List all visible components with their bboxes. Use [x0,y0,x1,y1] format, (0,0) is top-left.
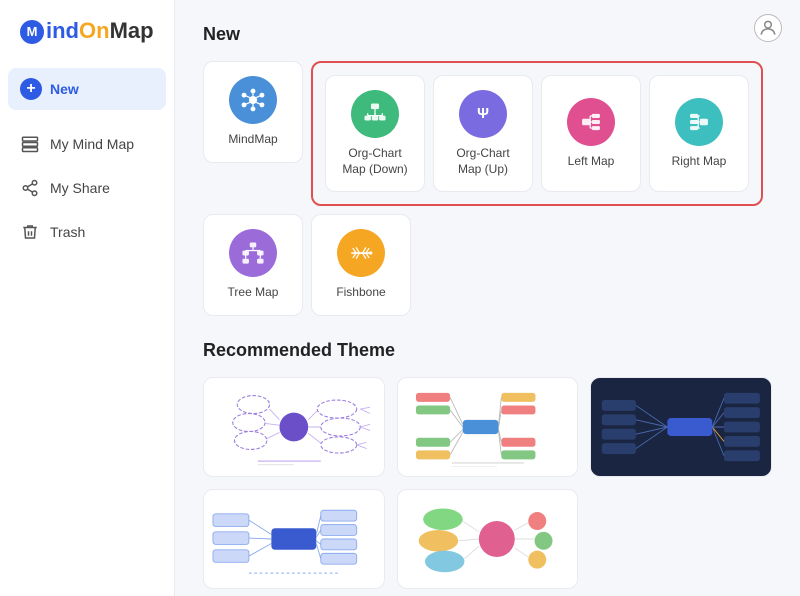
tree-map-label: Tree Map [228,285,279,301]
fishbone-icon [337,229,385,277]
fishbone-label: Fishbone [336,285,385,301]
theme-card-4[interactable] [203,489,385,589]
nav-items: My Mind Map My Share [0,114,174,254]
highlighted-maps-box: Org-Chart Map (Down) Ψ Org-Chart Map (Up… [311,61,763,206]
new-plus-icon: + [20,78,42,100]
map-card-fishbone[interactable]: Fishbone [311,214,411,316]
logo-area: MindOnMap [0,0,174,60]
recommended-title: Recommended Theme [203,340,772,361]
new-section: New [203,24,772,316]
map-card-org-up[interactable]: Ψ Org-Chart Map (Up) [433,75,533,192]
org-down-icon [351,90,399,138]
sidebar-item-my-mind-map[interactable]: My Mind Map [0,122,174,166]
org-down-label: Org-Chart Map (Down) [336,146,414,177]
logo-icon: MindOnMap [20,18,154,43]
theme-grid [203,377,772,589]
profile-icon[interactable] [754,14,782,42]
layers-icon [20,134,40,154]
new-section-title: New [203,24,772,45]
left-map-icon [567,98,615,146]
mindmap-icon [229,76,277,124]
theme-card-3[interactable] [590,377,772,477]
right-map-label: Right Map [672,154,727,170]
my-mind-map-label: My Mind Map [50,136,134,152]
map-card-left-map[interactable]: Left Map [541,75,641,192]
trash-label: Trash [50,224,85,240]
mindmap-label: MindMap [228,132,277,148]
map-card-tree-map[interactable]: Tree Map [203,214,303,316]
my-share-label: My Share [50,180,110,196]
theme-card-1[interactable] [203,377,385,477]
org-up-label: Org-Chart Map (Up) [444,146,522,177]
recommended-section: Recommended Theme [203,340,772,589]
sidebar-item-my-share[interactable]: My Share [0,166,174,210]
second-row-maps: Tree Map [203,214,772,316]
map-card-mindmap[interactable]: MindMap [203,61,303,163]
sidebar-item-trash[interactable]: Trash [0,210,174,254]
share-icon [20,178,40,198]
main-content: New [175,0,800,596]
map-card-right-map[interactable]: Right Map [649,75,749,192]
tree-map-icon [229,229,277,277]
org-up-icon: Ψ [459,90,507,138]
new-button[interactable]: + New [8,68,166,110]
trash-icon [20,222,40,242]
svg-text:Ψ: Ψ [477,106,489,122]
sidebar: MindOnMap + New My Mind Map [0,0,175,596]
left-map-label: Left Map [568,154,615,170]
theme-card-5[interactable] [397,489,579,589]
map-card-org-down[interactable]: Org-Chart Map (Down) [325,75,425,192]
right-map-icon [675,98,723,146]
theme-card-2[interactable] [397,377,579,477]
new-label: New [50,81,79,97]
